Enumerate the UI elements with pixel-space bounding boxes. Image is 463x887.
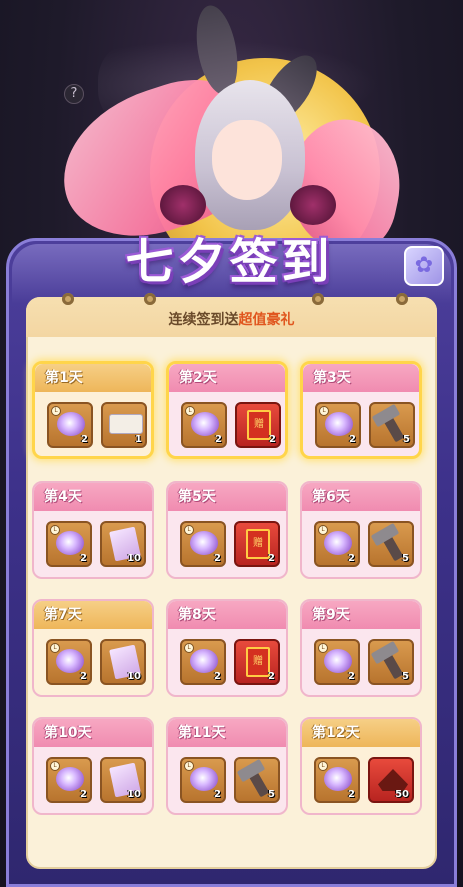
- reward-slot[interactable]: L2: [180, 639, 226, 685]
- reward-slot[interactable]: L2: [47, 402, 93, 448]
- day-label: 第3天: [303, 364, 419, 392]
- clock-icon: L: [318, 525, 328, 535]
- day-label: 第10天: [34, 719, 152, 747]
- reward-slot[interactable]: L2: [181, 402, 227, 448]
- butterfly-wing-left: [160, 185, 206, 225]
- clock-icon: L: [184, 643, 194, 653]
- reward-count: 10: [127, 671, 141, 682]
- reward-slot[interactable]: 50: [368, 757, 414, 803]
- day-card[interactable]: 第10天 L 2 10: [32, 717, 154, 815]
- day-card[interactable]: 第8天 L 2 赠 2: [166, 599, 288, 697]
- day-card[interactable]: 第11天 L 2 5: [166, 717, 288, 815]
- clock-icon: L: [185, 406, 195, 416]
- character-face: [212, 120, 282, 200]
- butterfly-wing-right: [290, 185, 336, 225]
- day-label: 第8天: [168, 601, 286, 629]
- clock-icon: L: [184, 761, 194, 771]
- day-card[interactable]: 第12天 L 2 50: [300, 717, 422, 815]
- clock-icon: L: [318, 643, 328, 653]
- reward-count: 50: [395, 789, 409, 800]
- day-label: 第2天: [169, 364, 285, 392]
- ring-icon: [144, 293, 156, 305]
- reward-count: 2: [268, 553, 275, 564]
- day-label: 第11天: [168, 719, 286, 747]
- ring-icon: [396, 293, 408, 305]
- reward-count: 2: [348, 671, 355, 682]
- reward-count: 10: [127, 553, 141, 564]
- reward-slot[interactable]: L2: [314, 639, 360, 685]
- reward-slot[interactable]: L2: [46, 639, 92, 685]
- reward-slot[interactable]: 10: [100, 757, 146, 803]
- reward-count: 2: [214, 671, 221, 682]
- subtitle-prefix: 连续签到送: [168, 312, 239, 328]
- reward-slot[interactable]: 1: [101, 402, 147, 448]
- reward-slot[interactable]: 5: [234, 757, 280, 803]
- reward-slot[interactable]: L2: [180, 757, 226, 803]
- reward-count: 2: [80, 553, 87, 564]
- event-title: 七夕签到: [125, 234, 334, 290]
- reward-count: 2: [214, 789, 221, 800]
- ring-icon: [312, 293, 324, 305]
- reward-count: 2: [80, 789, 87, 800]
- day-label: 第4天: [34, 483, 152, 511]
- ring-icon: [62, 293, 74, 305]
- reward-count: 2: [80, 671, 87, 682]
- day-card[interactable]: 第5天 L 2 赠 2: [166, 481, 288, 579]
- day-card[interactable]: 第7天 L 2 10: [32, 599, 154, 697]
- day-label: 第1天: [35, 364, 151, 392]
- reward-count: 10: [127, 789, 141, 800]
- clock-icon: L: [51, 406, 61, 416]
- clock-icon: L: [50, 643, 60, 653]
- day-label: 第6天: [302, 483, 420, 511]
- calendar-subtitle: 连续签到送超值豪礼: [26, 309, 437, 329]
- reward-count: 2: [215, 434, 222, 445]
- reward-slot[interactable]: 赠2: [235, 402, 281, 448]
- clock-icon: L: [319, 406, 329, 416]
- reward-count: 2: [268, 671, 275, 682]
- reward-count: 1: [135, 434, 142, 445]
- reward-slot[interactable]: 5: [369, 402, 415, 448]
- subtitle-highlight: 超值豪礼: [238, 312, 295, 328]
- reward-count: 5: [402, 671, 409, 682]
- reward-slot[interactable]: 赠2: [234, 639, 280, 685]
- help-button[interactable]: ?: [64, 84, 84, 104]
- day-card[interactable]: 第2天 L 2 赠 2: [166, 361, 288, 459]
- day-label: 第5天: [168, 483, 286, 511]
- reward-count: 2: [348, 789, 355, 800]
- day-card[interactable]: 第3天 L 2 5: [300, 361, 422, 459]
- reward-slot[interactable]: L2: [46, 521, 92, 567]
- reward-slot[interactable]: 10: [100, 521, 146, 567]
- reward-slot[interactable]: 赠2: [234, 521, 280, 567]
- day-label: 第7天: [34, 601, 152, 629]
- clock-icon: L: [318, 761, 328, 771]
- reward-count: 5: [403, 434, 410, 445]
- reward-slot[interactable]: 5: [368, 521, 414, 567]
- reward-count: 5: [402, 553, 409, 564]
- reward-slot[interactable]: L2: [46, 757, 92, 803]
- clock-icon: L: [50, 525, 60, 535]
- reward-slot[interactable]: L2: [314, 521, 360, 567]
- reward-count: 2: [214, 553, 221, 564]
- reward-count: 2: [348, 553, 355, 564]
- reward-count: 2: [81, 434, 88, 445]
- reward-slot[interactable]: L2: [314, 757, 360, 803]
- reward-count: 2: [349, 434, 356, 445]
- clock-icon: L: [184, 525, 194, 535]
- day-card[interactable]: 第6天 L 2 5: [300, 481, 422, 579]
- reward-count: 2: [269, 434, 276, 445]
- reward-slot[interactable]: L2: [315, 402, 361, 448]
- day-card[interactable]: 第1天 L 2 1: [32, 361, 154, 459]
- day-label: 第9天: [302, 601, 420, 629]
- flower-badge-icon[interactable]: ✿: [404, 246, 444, 286]
- reward-slot[interactable]: L2: [180, 521, 226, 567]
- day-card[interactable]: 第9天 L 2 5: [300, 599, 422, 697]
- day-label: 第12天: [302, 719, 420, 747]
- reward-slot[interactable]: 10: [100, 639, 146, 685]
- reward-count: 5: [268, 789, 275, 800]
- reward-slot[interactable]: 5: [368, 639, 414, 685]
- clock-icon: L: [50, 761, 60, 771]
- day-card[interactable]: 第4天 L 2 10: [32, 481, 154, 579]
